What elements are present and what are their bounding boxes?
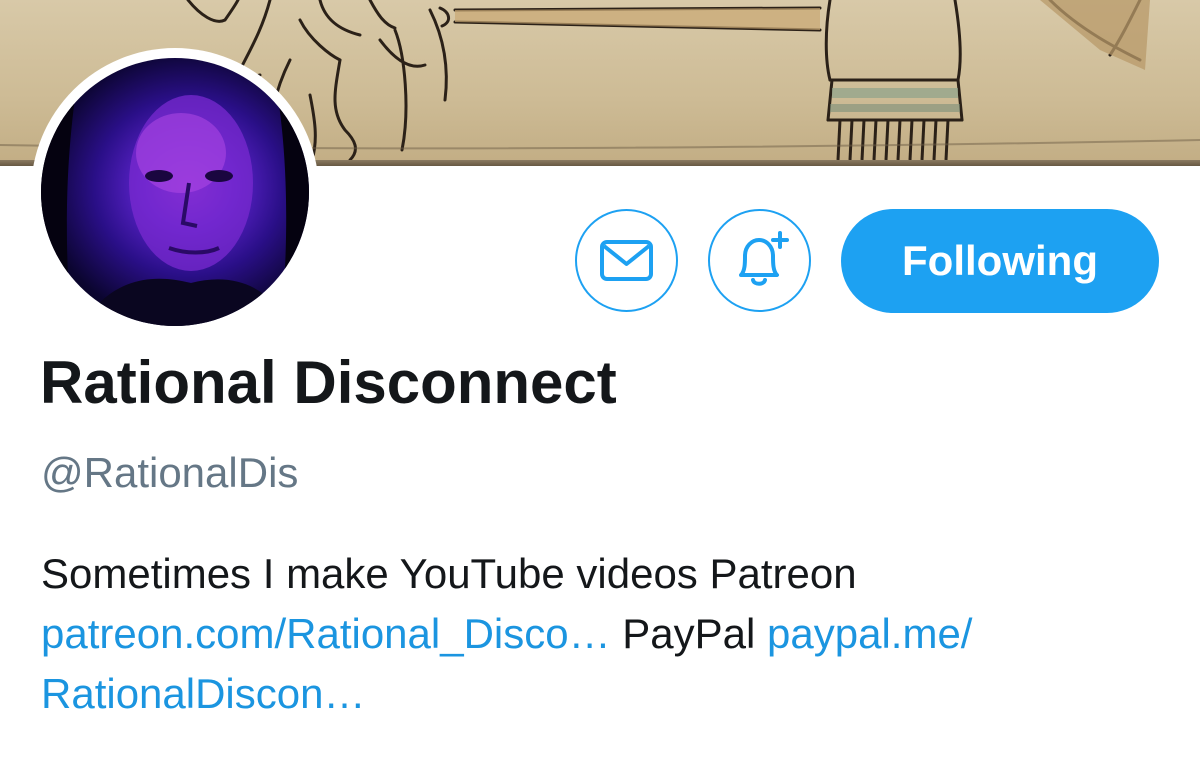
following-button-label: Following — [902, 237, 1098, 284]
user-handle: @RationalDis — [41, 449, 299, 496]
envelope-icon — [600, 240, 653, 281]
avatar[interactable] — [41, 58, 309, 326]
profile-bio: Sometimes I make YouTube videos Patreon … — [41, 544, 1171, 724]
paypal-link[interactable]: paypal.me/ — [767, 610, 972, 657]
following-button[interactable]: Following — [841, 209, 1159, 313]
bio-text: Sometimes I make YouTube videos Patreon — [41, 550, 857, 597]
notifications-button[interactable] — [708, 209, 811, 312]
avatar-portrait — [41, 58, 309, 326]
bell-plus-icon — [739, 231, 789, 286]
bio-line-1: Sometimes I make YouTube videos Patreon — [41, 544, 1171, 604]
message-button[interactable] — [575, 209, 678, 312]
bio-line-3: RationalDiscon… — [41, 664, 1171, 724]
profile-page: Following Rational Disconnect @RationalD… — [0, 0, 1200, 767]
bio-text-paypal: PayPal — [622, 610, 756, 657]
paypal-link-continued[interactable]: RationalDiscon… — [41, 670, 365, 717]
display-name: Rational Disconnect — [40, 349, 617, 416]
bio-line-2: patreon.com/Rational_Disco… PayPal paypa… — [41, 604, 1171, 664]
patreon-link[interactable]: patreon.com/Rational_Disco… — [41, 610, 611, 657]
